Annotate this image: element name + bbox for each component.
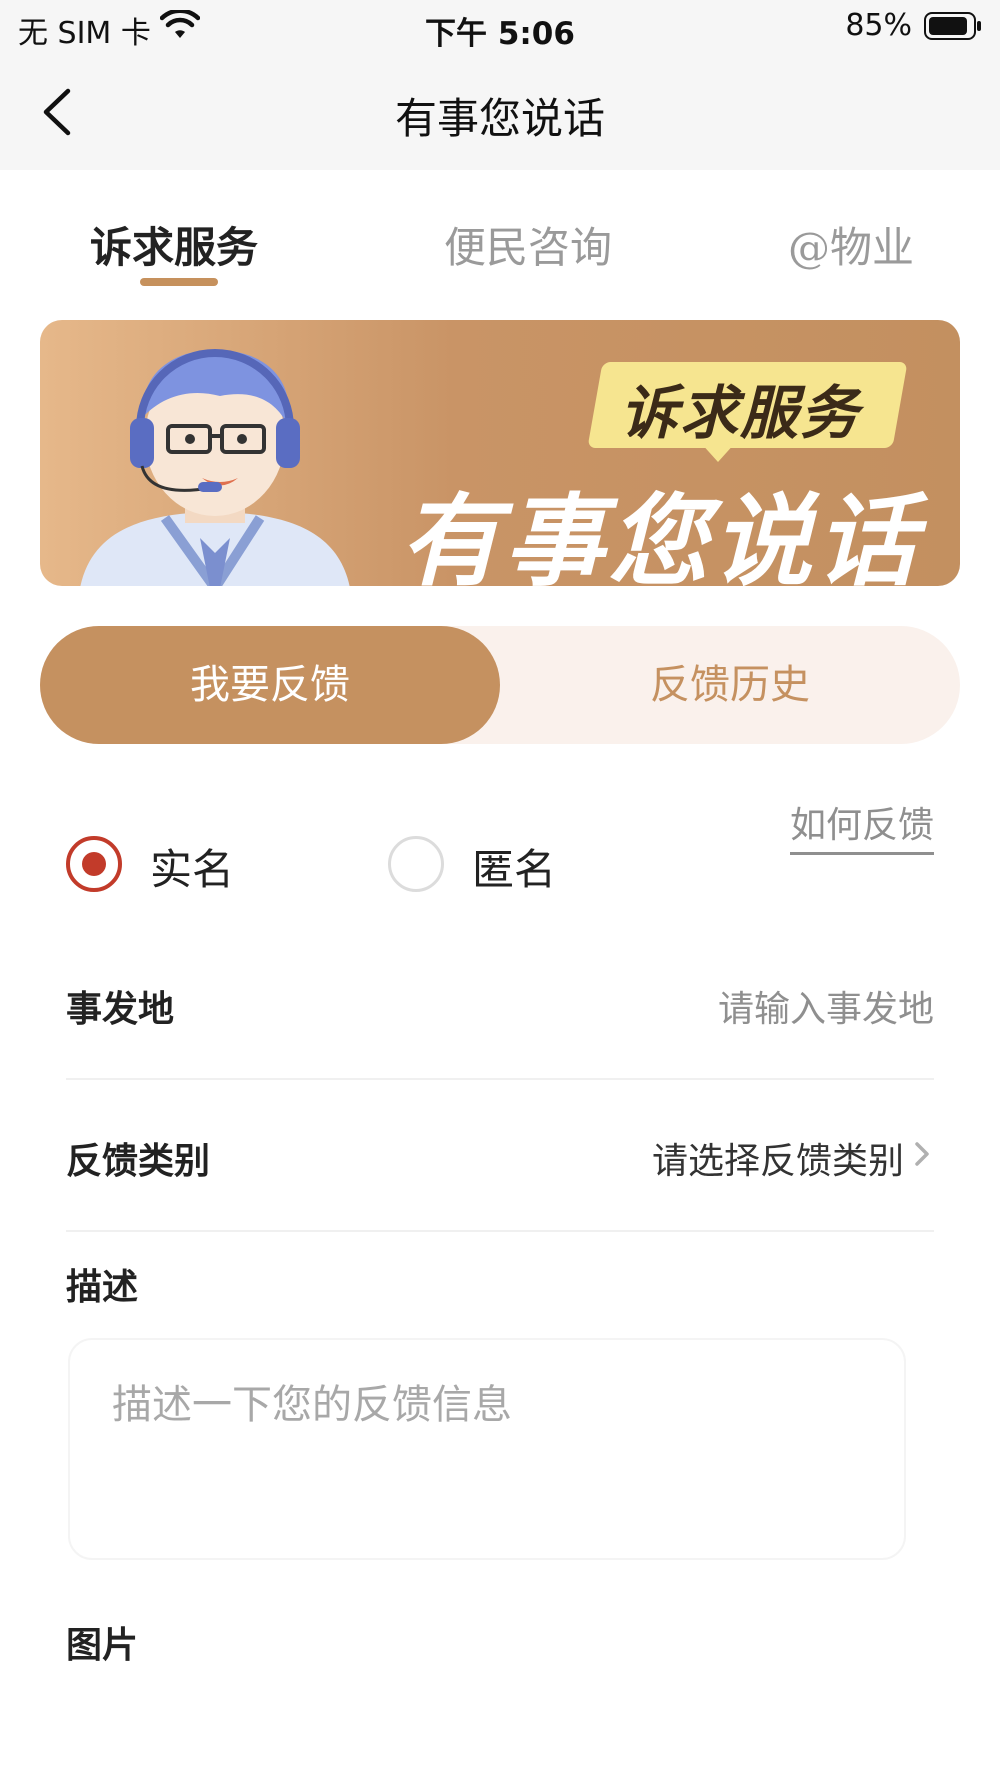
category-select[interactable]: 请选择反馈类别 (652, 1132, 904, 1184)
divider (66, 1230, 934, 1232)
radio-real-name[interactable] (66, 836, 122, 892)
tab-convenience-consult[interactable]: 便民咨询 (444, 214, 612, 275)
battery-percent: 85% (845, 8, 912, 43)
identity-radio-group: 实名 匿名 (66, 836, 866, 906)
description-box (68, 1338, 906, 1560)
segment-feedback-history[interactable]: 反馈历史 (500, 626, 960, 744)
page-title: 有事您说话 (394, 94, 605, 143)
divider (66, 1078, 934, 1080)
tab-active-indicator (140, 278, 218, 286)
customer-service-agent-illustration (80, 349, 350, 586)
radio-anonymous-label: 匿名 (472, 845, 557, 894)
description-textarea[interactable] (70, 1340, 904, 1558)
tab-bar: 诉求服务 便民咨询 @物业 (0, 200, 1000, 300)
status-bar: 无 SIM 卡 下午 5:06 85% (0, 0, 1000, 55)
location-row: 事发地 请输入事发地 (66, 930, 934, 1080)
images-label: 图片 (66, 1624, 139, 1666)
chevron-right-icon (915, 1142, 929, 1166)
banner-tag-text: 诉求服务 (620, 379, 861, 447)
location-input[interactable]: 请输入事发地 (718, 980, 934, 1032)
nav-bar: 有事您说话 (0, 55, 1000, 170)
tab-appeal-service[interactable]: 诉求服务 (90, 214, 258, 275)
tab-property[interactable]: @物业 (788, 214, 914, 275)
category-label: 反馈类别 (66, 1140, 211, 1182)
description-label: 描述 (66, 1266, 139, 1308)
hero-banner: 诉求服务 有事您说话 (40, 320, 960, 586)
location-label: 事发地 (66, 988, 175, 1030)
battery-icon (924, 12, 981, 40)
radio-anonymous[interactable] (388, 836, 444, 892)
radio-real-name-label: 实名 (150, 845, 235, 894)
category-row[interactable]: 反馈类别 请选择反馈类别 (66, 1082, 934, 1232)
banner-headline: 有事您说话 (400, 483, 920, 586)
feedback-segmented-control: 我要反馈 反馈历史 (40, 626, 960, 744)
segment-submit-feedback[interactable]: 我要反馈 (40, 626, 500, 744)
